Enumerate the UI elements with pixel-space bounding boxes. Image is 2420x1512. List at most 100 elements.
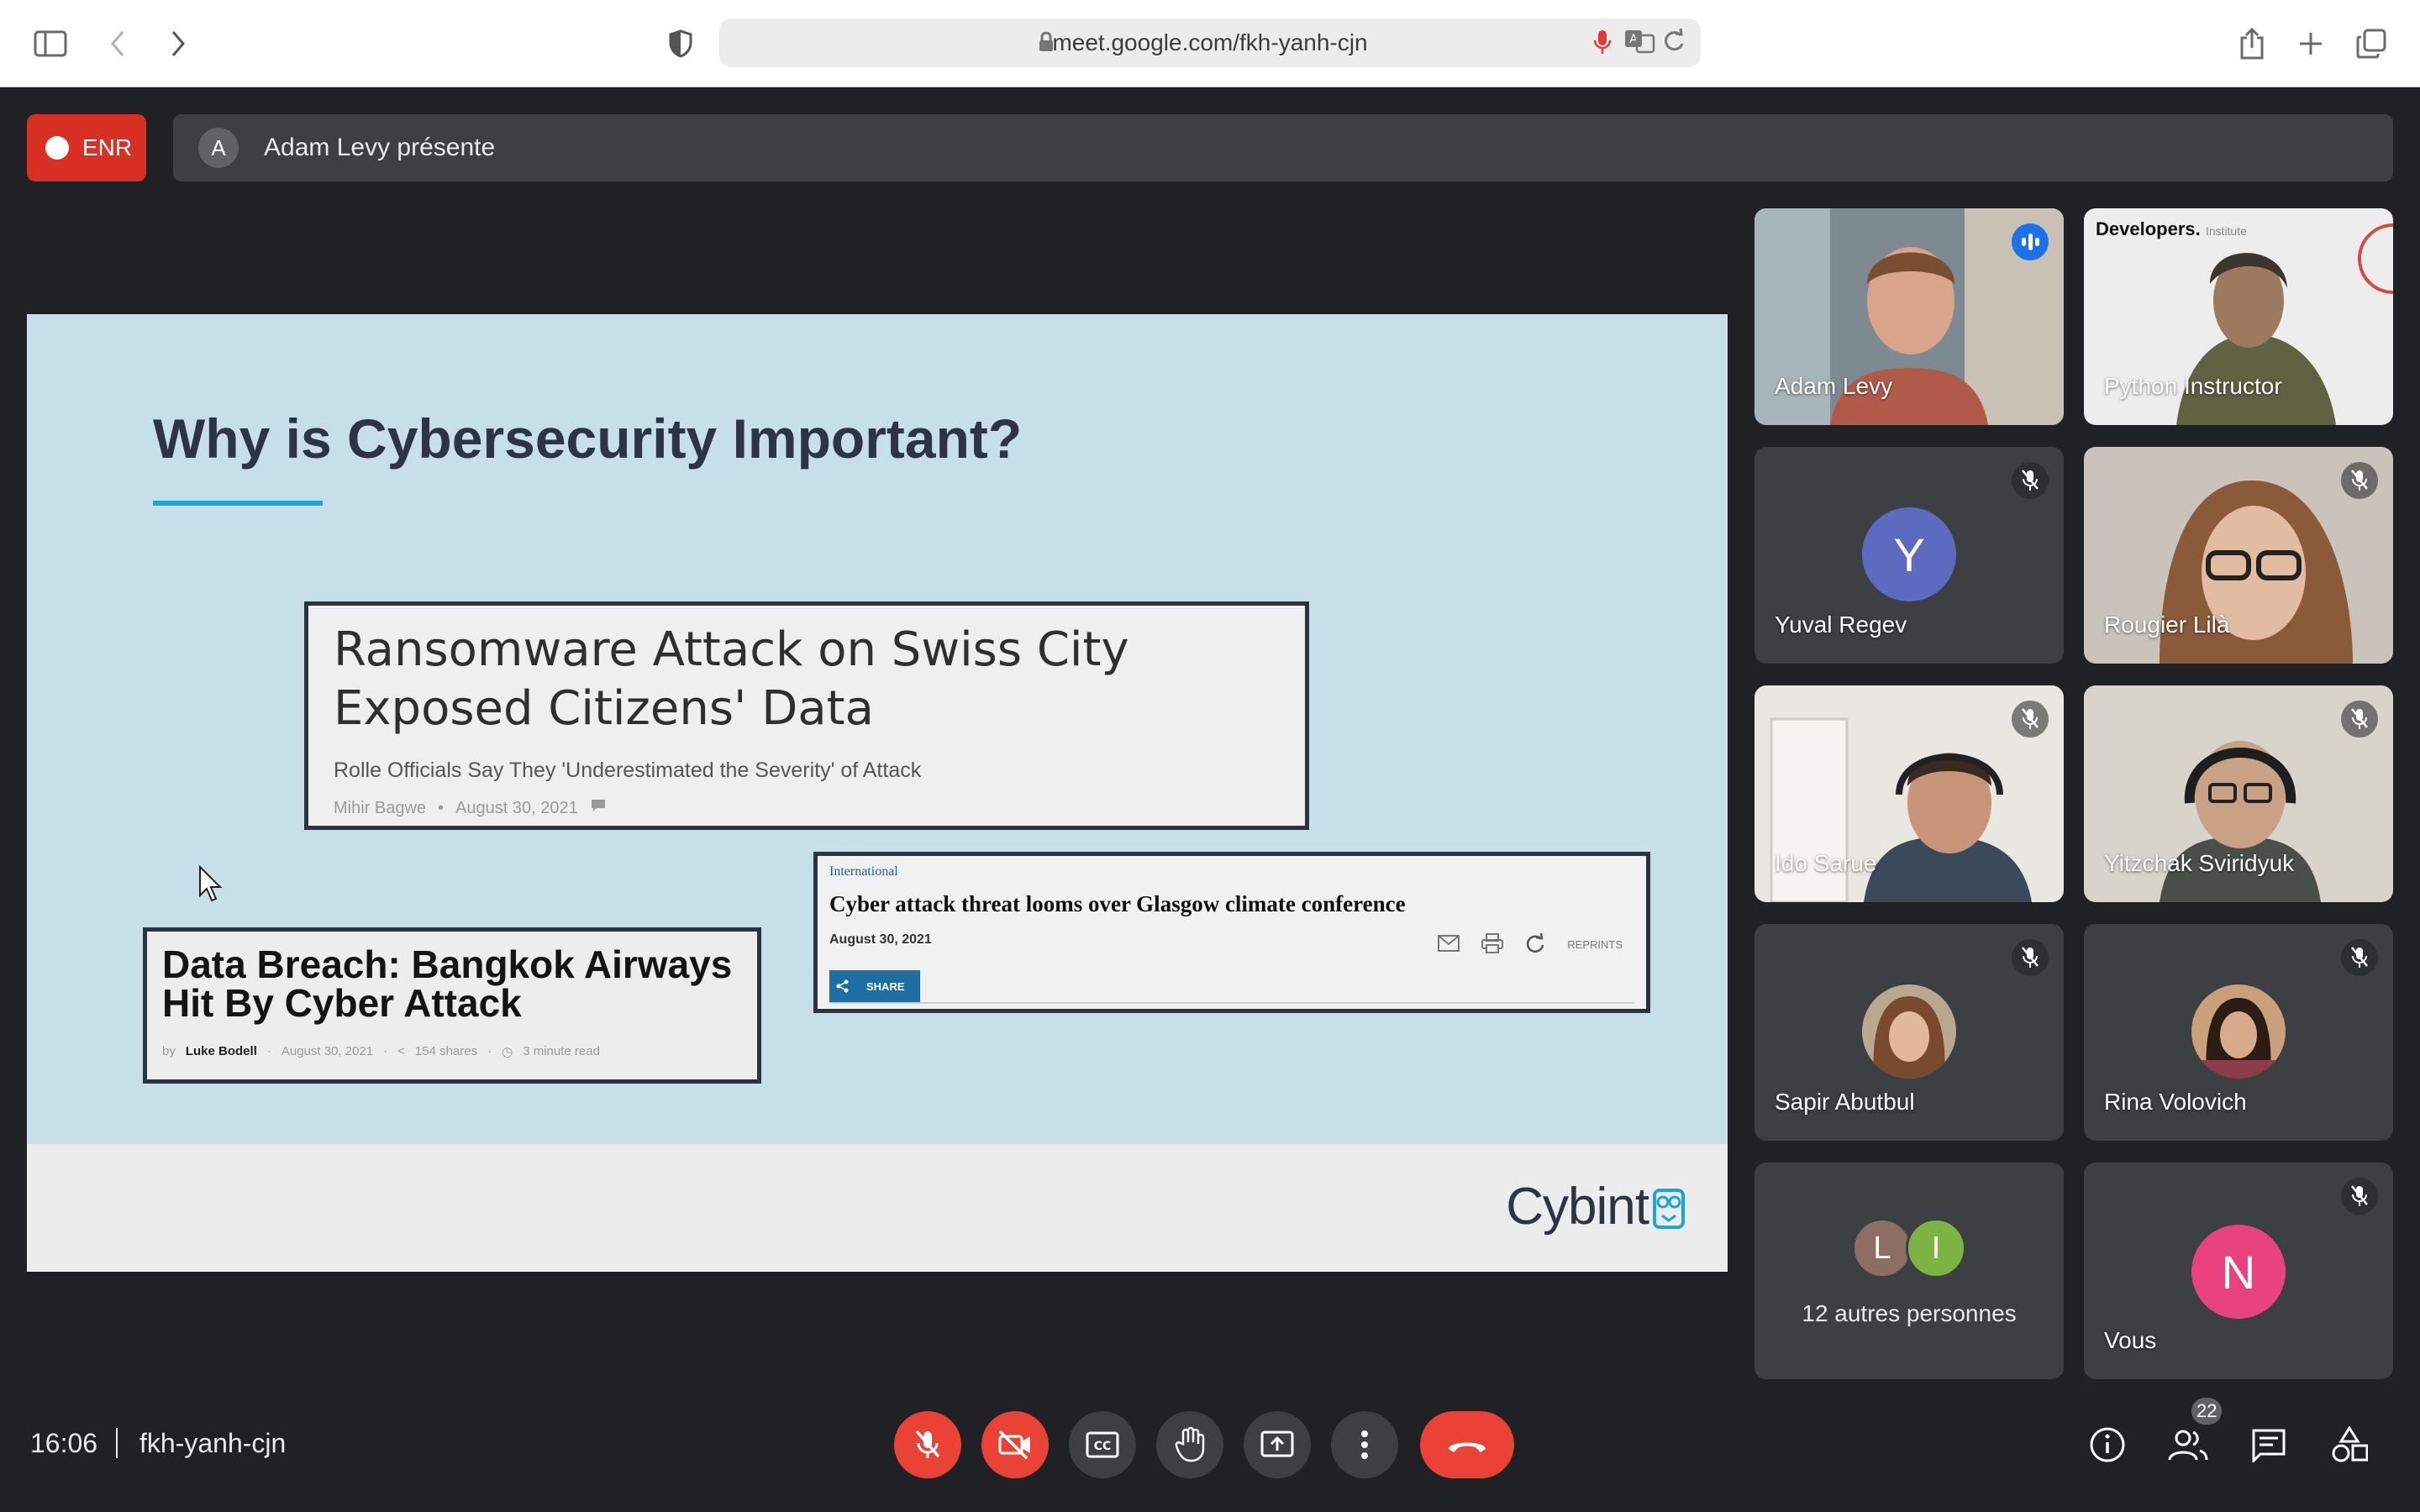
article-shares: 154 shares: [414, 1044, 478, 1058]
new-tab-icon[interactable]: [2291, 24, 2331, 64]
article-author: Luke Bodell: [185, 1044, 257, 1058]
leave-call-button[interactable]: [1420, 1411, 1514, 1478]
muted-mic-icon: [2341, 462, 2378, 499]
tab-overview-icon[interactable]: [2351, 24, 2391, 64]
article-kicker: International: [829, 864, 898, 879]
participant-tile[interactable]: Sapir Abutbul: [1754, 924, 2064, 1141]
participant-name: Rougier Lilà: [2104, 612, 2230, 638]
recording-dot-icon: [45, 136, 69, 160]
translate-icon[interactable]: A: [1623, 29, 1655, 58]
hand-icon: [1175, 1427, 1205, 1462]
participant-name: Ido Sarue: [1775, 850, 1877, 876]
participant-tile[interactable]: Adam Levy: [1754, 208, 2064, 425]
more-options-button[interactable]: [1331, 1411, 1398, 1478]
microphone-toggle-button[interactable]: [894, 1411, 961, 1478]
slide-footer: [27, 1144, 1728, 1272]
muted-mic-icon: [2341, 939, 2378, 976]
shares-icon: <: [397, 1044, 405, 1058]
mic-off-icon: [915, 1430, 940, 1458]
address-bar[interactable]: meet.google.com/fkh-yanh-cjn: [719, 18, 1701, 67]
participant-avatar: L: [1852, 1218, 1912, 1278]
meeting-code: fkh-yanh-cjn: [139, 1428, 287, 1458]
people-button[interactable]: [2165, 1421, 2212, 1468]
slide-title: Why is Cybersecurity Important?: [153, 407, 1023, 470]
captions-button[interactable]: CC: [1069, 1411, 1136, 1478]
owl-icon: [1653, 1188, 1685, 1229]
privacy-shield-icon[interactable]: [660, 24, 701, 64]
participant-name: Yuval Regev: [1775, 612, 1907, 638]
meta-separator: ·: [266, 1044, 271, 1058]
forward-icon[interactable]: [158, 24, 198, 64]
more-vertical-icon: [1361, 1431, 1368, 1459]
article-card-swiss: Ransomware Attack on Swiss City Exposed …: [304, 601, 1309, 830]
participant-tile[interactable]: Developers. Institute Python Instructor: [2084, 208, 2393, 425]
print-icon: [1481, 933, 1504, 956]
participant-tile[interactable]: Y Yuval Regev: [1754, 447, 2064, 664]
captions-icon: CC: [1086, 1431, 1119, 1458]
divider: [116, 1428, 118, 1458]
recording-label: ENR: [82, 134, 133, 160]
muted-mic-icon: [2341, 701, 2378, 738]
participant-avatar: Y: [1862, 507, 1956, 601]
divider: [829, 1002, 1634, 1004]
reprints-label: REPRINTS: [1567, 938, 1623, 951]
muted-mic-icon: [2341, 1178, 2378, 1215]
participant-name: Sapir Abutbul: [1775, 1089, 1915, 1115]
self-tile[interactable]: N Vous: [2084, 1163, 2393, 1379]
activities-button[interactable]: [2326, 1421, 2373, 1468]
shapes-icon: [2332, 1426, 2368, 1462]
mouse-cursor-icon: [199, 865, 223, 902]
presenter-avatar: A: [198, 128, 239, 168]
logo-suffix: Institute: [2205, 224, 2247, 238]
svg-text:CC: CC: [1094, 1440, 1112, 1453]
participant-name: Adam Levy: [1775, 373, 1893, 399]
share-icon[interactable]: [2232, 24, 2272, 64]
others-tile[interactable]: L I 12 autres personnes: [1754, 1163, 2064, 1379]
info-icon: [2090, 1427, 2125, 1462]
article-headline: Cyber attack threat looms over Glasgow c…: [829, 891, 1406, 916]
logo-text: Developers.: [2096, 218, 2201, 239]
back-icon[interactable]: [97, 24, 138, 64]
present-screen-button[interactable]: [1244, 1411, 1311, 1478]
camera-off-icon: [998, 1430, 1030, 1460]
article-date: August 30, 2021: [455, 798, 578, 817]
recording-badge[interactable]: ENR: [27, 114, 146, 181]
article-read-time: 3 minute read: [523, 1044, 600, 1058]
others-count-label: 12 autres personnes: [1802, 1300, 2017, 1326]
chat-button[interactable]: [2245, 1421, 2292, 1468]
presenter-text: Adam Levy présente: [264, 134, 496, 161]
participant-avatar: N: [2191, 1225, 2286, 1319]
browser-toolbar: meet.google.com/fkh-yanh-cjn A: [0, 0, 2420, 87]
participant-avatar: [1862, 984, 1956, 1079]
hang-up-icon: [1449, 1442, 1486, 1452]
participant-tile[interactable]: Rina Volovich: [2084, 924, 2393, 1141]
raise-hand-button[interactable]: [1156, 1411, 1223, 1478]
share-button: SHARE: [829, 970, 920, 1002]
url-text[interactable]: meet.google.com/fkh-yanh-cjn: [719, 18, 1701, 67]
article-subheadline: Rolle Officials Say They 'Underestimated…: [334, 759, 922, 782]
participant-count-badge: 22: [2191, 1398, 2223, 1425]
presenter-bar: A Adam Levy présente: [173, 114, 2393, 181]
microphone-in-use-icon[interactable]: [1593, 29, 1612, 60]
email-icon: [1438, 935, 1460, 954]
article-meta: by Luke Bodell · August 30, 2021 · < 154…: [162, 1044, 742, 1059]
meeting-details-button[interactable]: [2084, 1421, 2131, 1468]
participant-name: Python Instructor: [2104, 373, 2282, 399]
participant-tile[interactable]: Ido Sarue: [1754, 685, 2064, 902]
article-date: August 30, 2021: [281, 1044, 374, 1058]
reload-icon[interactable]: [1662, 28, 1686, 58]
participant-name: Vous: [2104, 1327, 2157, 1353]
article-author: Mihir Bagwe: [334, 798, 427, 817]
by-label: by: [162, 1044, 176, 1058]
camera-toggle-button[interactable]: [981, 1411, 1049, 1478]
article-headline: Ransomware Attack on Swiss City Exposed …: [334, 622, 1129, 736]
comment-icon: [590, 798, 607, 818]
meta-separator: ·: [487, 1044, 492, 1058]
sidebar-toggle-icon[interactable]: [30, 24, 71, 64]
participant-avatar: I: [1906, 1218, 1966, 1278]
others-avatars: L I: [1852, 1218, 1966, 1278]
participant-tile[interactable]: Yitzchak Sviridyuk: [2084, 685, 2393, 902]
present-icon: [1260, 1431, 1294, 1457]
participant-tile[interactable]: Rougier Lilà: [2084, 447, 2393, 664]
article-meta: Mihir Bagwe • August 30, 2021: [334, 798, 1280, 818]
